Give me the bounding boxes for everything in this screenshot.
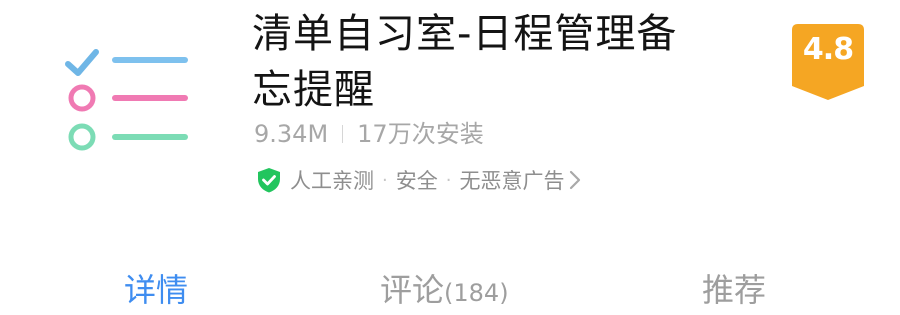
- app-icon-checklist[interactable]: [60, 40, 192, 160]
- safety-separator: ·: [445, 169, 452, 191]
- rating-value: 4.8: [802, 32, 854, 67]
- tab-comments[interactable]: 评论(184): [380, 268, 509, 312]
- shield-check-icon: [258, 168, 280, 193]
- checklist-line-2: [112, 95, 188, 101]
- app-installs: 17万次安装: [357, 120, 484, 148]
- tab-comments-count: (184): [444, 279, 509, 307]
- chevron-right-icon: [570, 170, 581, 190]
- app-size: 9.34M: [254, 120, 329, 148]
- tab-bar: 详情 评论(184) 推荐: [0, 262, 900, 314]
- safety-item-tested: 人工亲测: [290, 169, 374, 193]
- circle-icon-pink: [68, 84, 96, 112]
- app-title: 清单自习室-日程管理备忘提醒: [252, 11, 678, 113]
- check-icon: [65, 49, 99, 76]
- circle-icon-green: [68, 123, 96, 151]
- tab-comments-label: 评论: [380, 271, 445, 309]
- safety-item-safe: 安全: [395, 169, 438, 193]
- safety-info-link[interactable]: 人工亲测 · 安全 · 无恶意广告: [256, 165, 582, 195]
- safety-item-no-ads: 无恶意广告: [459, 169, 565, 193]
- app-meta: 9.34M 17万次安装: [254, 119, 484, 149]
- tab-details[interactable]: 详情: [124, 268, 188, 312]
- tab-details-label: 详情: [124, 271, 189, 309]
- tab-recommend-label: 推荐: [702, 271, 767, 309]
- safety-separator: ·: [382, 169, 388, 191]
- checklist-line-1: [112, 57, 188, 63]
- checklist-line-3: [112, 134, 188, 140]
- tab-recommend[interactable]: 推荐: [702, 268, 766, 312]
- meta-divider: [342, 125, 344, 143]
